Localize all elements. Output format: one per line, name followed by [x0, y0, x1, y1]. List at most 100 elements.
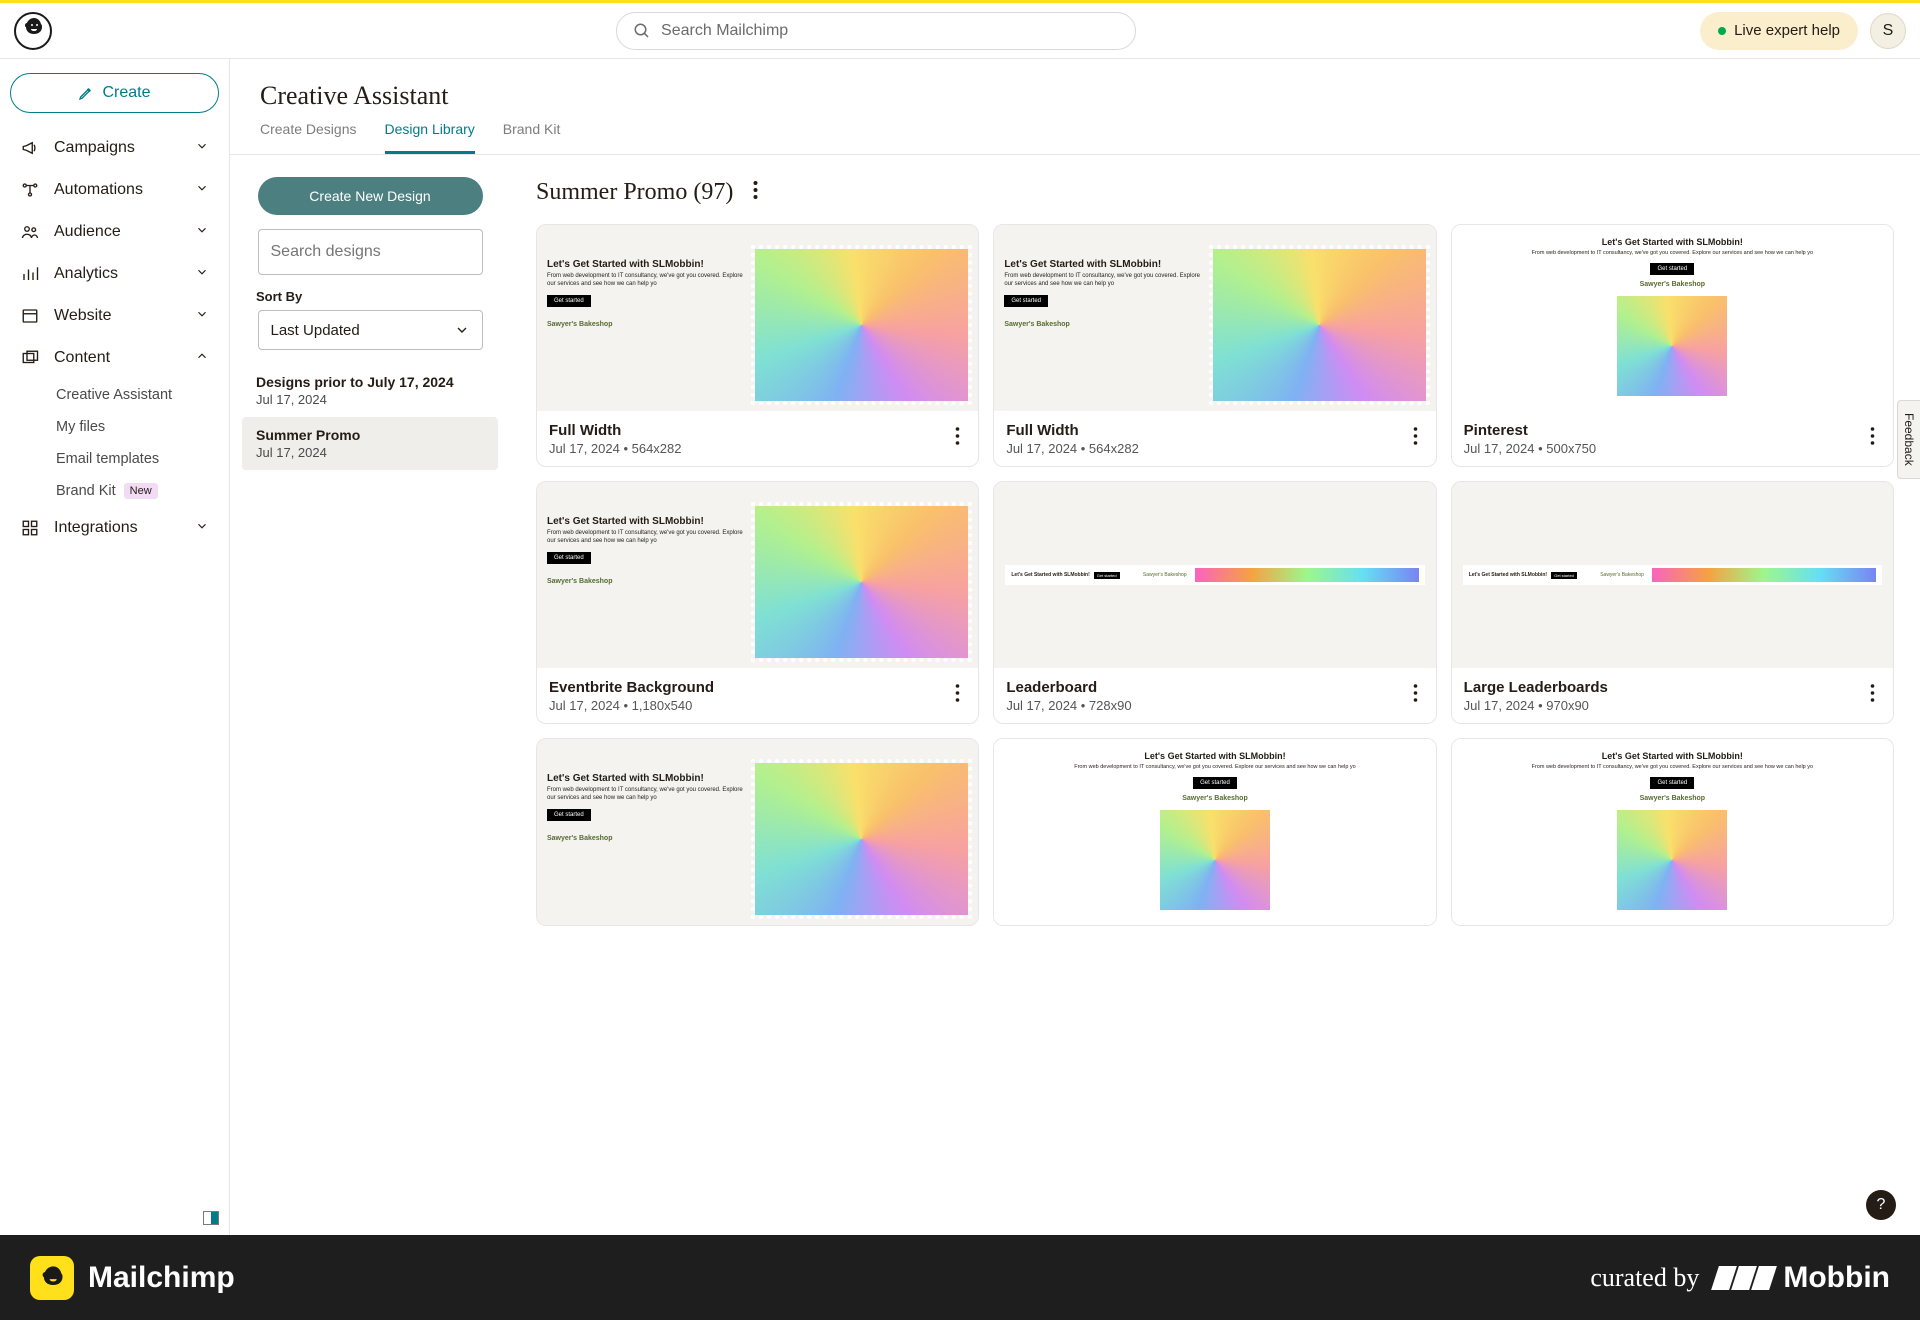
- kebab-icon[interactable]: [1407, 421, 1424, 456]
- sidebar-item-website[interactable]: Website: [10, 295, 219, 337]
- megaphone-icon: [20, 139, 40, 157]
- card-title: Full Width: [1006, 422, 1406, 439]
- chevron-down-icon: [195, 265, 209, 284]
- design-card[interactable]: Let's Get Started with SLMobbin!From web…: [536, 224, 979, 467]
- left-panel: Create New Design Sort By Last Updated D…: [230, 155, 510, 1235]
- search-icon: [633, 22, 651, 40]
- people-icon: [20, 223, 40, 241]
- design-thumb: Let's Get Started with SLMobbin!Get star…: [994, 482, 1435, 668]
- design-grid: Let's Get Started with SLMobbin!From web…: [536, 224, 1894, 926]
- help-bubble[interactable]: ?: [1866, 1190, 1896, 1220]
- kebab-icon[interactable]: [949, 678, 966, 713]
- kebab-icon[interactable]: [949, 421, 966, 456]
- sidebar-item-campaigns[interactable]: Campaigns: [10, 127, 219, 169]
- sidebar-item-audience[interactable]: Audience: [10, 211, 219, 253]
- design-card[interactable]: Let's Get Started with SLMobbin!Get star…: [993, 481, 1436, 724]
- live-help-label: Live expert help: [1734, 22, 1840, 39]
- chevron-down-icon: [195, 307, 209, 326]
- chevron-down-icon: [195, 519, 209, 538]
- design-thumb: Let's Get Started with SLMobbin!Get star…: [1452, 482, 1893, 668]
- card-meta: Jul 17, 2024 • 564x282: [1006, 441, 1406, 456]
- chevron-down-icon: [195, 223, 209, 242]
- tab-design-library[interactable]: Design Library: [385, 121, 475, 154]
- live-help-button[interactable]: Live expert help: [1700, 12, 1858, 50]
- create-new-design-button[interactable]: Create New Design: [258, 177, 483, 215]
- pencil-icon: [78, 85, 94, 101]
- avatar[interactable]: S: [1870, 13, 1906, 49]
- sort-by-label: Sort By: [256, 289, 498, 304]
- design-card[interactable]: Let's Get Started with SLMobbin!From web…: [993, 738, 1436, 926]
- subitem-my-files[interactable]: My files: [56, 411, 219, 443]
- kebab-icon[interactable]: [1407, 678, 1424, 713]
- grid-icon: [20, 519, 40, 537]
- chevron-up-icon: [195, 349, 209, 368]
- card-meta: Jul 17, 2024 • 970x90: [1464, 698, 1864, 713]
- create-label: Create: [102, 84, 150, 102]
- design-card[interactable]: Let's Get Started with SLMobbin!From web…: [536, 738, 979, 926]
- collapse-sidebar-icon[interactable]: [203, 1211, 219, 1225]
- card-title: Leaderboard: [1006, 679, 1406, 696]
- search-input[interactable]: Search Mailchimp: [616, 12, 1136, 50]
- flow-icon: [20, 181, 40, 199]
- design-card[interactable]: Let's Get Started with SLMobbin!From web…: [993, 224, 1436, 467]
- design-card[interactable]: Let's Get Started with SLMobbin!Get star…: [1451, 481, 1894, 724]
- sidebar-item-label: Integrations: [54, 519, 138, 537]
- search-designs-input[interactable]: [258, 229, 483, 275]
- card-meta: Jul 17, 2024 • 728x90: [1006, 698, 1406, 713]
- subitem-brand-kit[interactable]: Brand Kit New: [56, 475, 219, 507]
- design-card[interactable]: Let's Get Started with SLMobbin!From web…: [1451, 224, 1894, 467]
- card-title: Pinterest: [1464, 422, 1864, 439]
- bar-chart-icon: [20, 265, 40, 283]
- sidebar-item-automations[interactable]: Automations: [10, 169, 219, 211]
- sidebar-item-label: Automations: [54, 181, 143, 199]
- sidebar-item-label: Audience: [54, 223, 121, 241]
- card-meta: Jul 17, 2024 • 1,180x540: [549, 698, 949, 713]
- chevron-down-icon: [195, 139, 209, 158]
- feedback-tab[interactable]: Feedback: [1897, 400, 1920, 479]
- design-card[interactable]: Let's Get Started with SLMobbin!From web…: [536, 481, 979, 724]
- sidebar-item-analytics[interactable]: Analytics: [10, 253, 219, 295]
- tab-brand-kit[interactable]: Brand Kit: [503, 121, 561, 154]
- content-title: Summer Promo (97): [536, 179, 733, 206]
- tabs: Create Designs Design Library Brand Kit: [260, 121, 1890, 154]
- search-placeholder: Search Mailchimp: [661, 22, 788, 40]
- main-header: Creative Assistant Create Designs Design…: [230, 59, 1920, 155]
- design-card[interactable]: Let's Get Started with SLMobbin!From web…: [1451, 738, 1894, 926]
- main: Creative Assistant Create Designs Design…: [230, 59, 1920, 1235]
- sort-select[interactable]: Last Updated: [258, 310, 483, 350]
- design-thumb: Let's Get Started with SLMobbin!From web…: [537, 225, 978, 411]
- chevron-down-icon: [195, 181, 209, 200]
- window-icon: [20, 307, 40, 325]
- design-thumb: Let's Get Started with SLMobbin!From web…: [1452, 225, 1893, 411]
- avatar-initial: S: [1883, 22, 1894, 40]
- sidebar-item-integrations[interactable]: Integrations: [10, 507, 219, 549]
- kebab-icon[interactable]: [1864, 421, 1881, 456]
- design-thumb: Let's Get Started with SLMobbin!From web…: [537, 739, 978, 925]
- topbar: Search Mailchimp Live expert help S: [0, 3, 1920, 59]
- sidebar-item-content[interactable]: Content: [10, 337, 219, 379]
- curated-by-label: curated by: [1590, 1263, 1699, 1293]
- footer-logo-icon: [30, 1256, 74, 1300]
- kebab-icon[interactable]: [1864, 678, 1881, 713]
- session-item[interactable]: Summer Promo Jul 17, 2024: [242, 417, 498, 470]
- sort-value: Last Updated: [271, 322, 360, 339]
- session-item[interactable]: Designs prior to July 17, 2024 Jul 17, 2…: [242, 364, 498, 417]
- card-title: Full Width: [549, 422, 949, 439]
- create-button[interactable]: Create: [10, 73, 219, 113]
- footer: Mailchimp curated by Mobbin: [0, 1235, 1920, 1320]
- freddie-icon: [21, 16, 45, 46]
- page-title: Creative Assistant: [260, 81, 1890, 111]
- subitem-email-templates[interactable]: Email templates: [56, 443, 219, 475]
- tab-create-designs[interactable]: Create Designs: [260, 121, 357, 154]
- sidebar-item-label: Campaigns: [54, 139, 135, 157]
- kebab-icon[interactable]: [747, 175, 764, 210]
- subitem-creative-assistant[interactable]: Creative Assistant: [56, 379, 219, 411]
- card-title: Large Leaderboards: [1464, 679, 1864, 696]
- sidebar-item-label: Website: [54, 307, 112, 325]
- design-thumb: Let's Get Started with SLMobbin!From web…: [537, 482, 978, 668]
- mailchimp-logo[interactable]: [14, 12, 52, 50]
- sidebar-item-label: Content: [54, 349, 110, 367]
- content-submenu: Creative Assistant My files Email templa…: [10, 379, 219, 507]
- design-sessions-list: Designs prior to July 17, 2024 Jul 17, 2…: [242, 364, 498, 470]
- card-meta: Jul 17, 2024 • 564x282: [549, 441, 949, 456]
